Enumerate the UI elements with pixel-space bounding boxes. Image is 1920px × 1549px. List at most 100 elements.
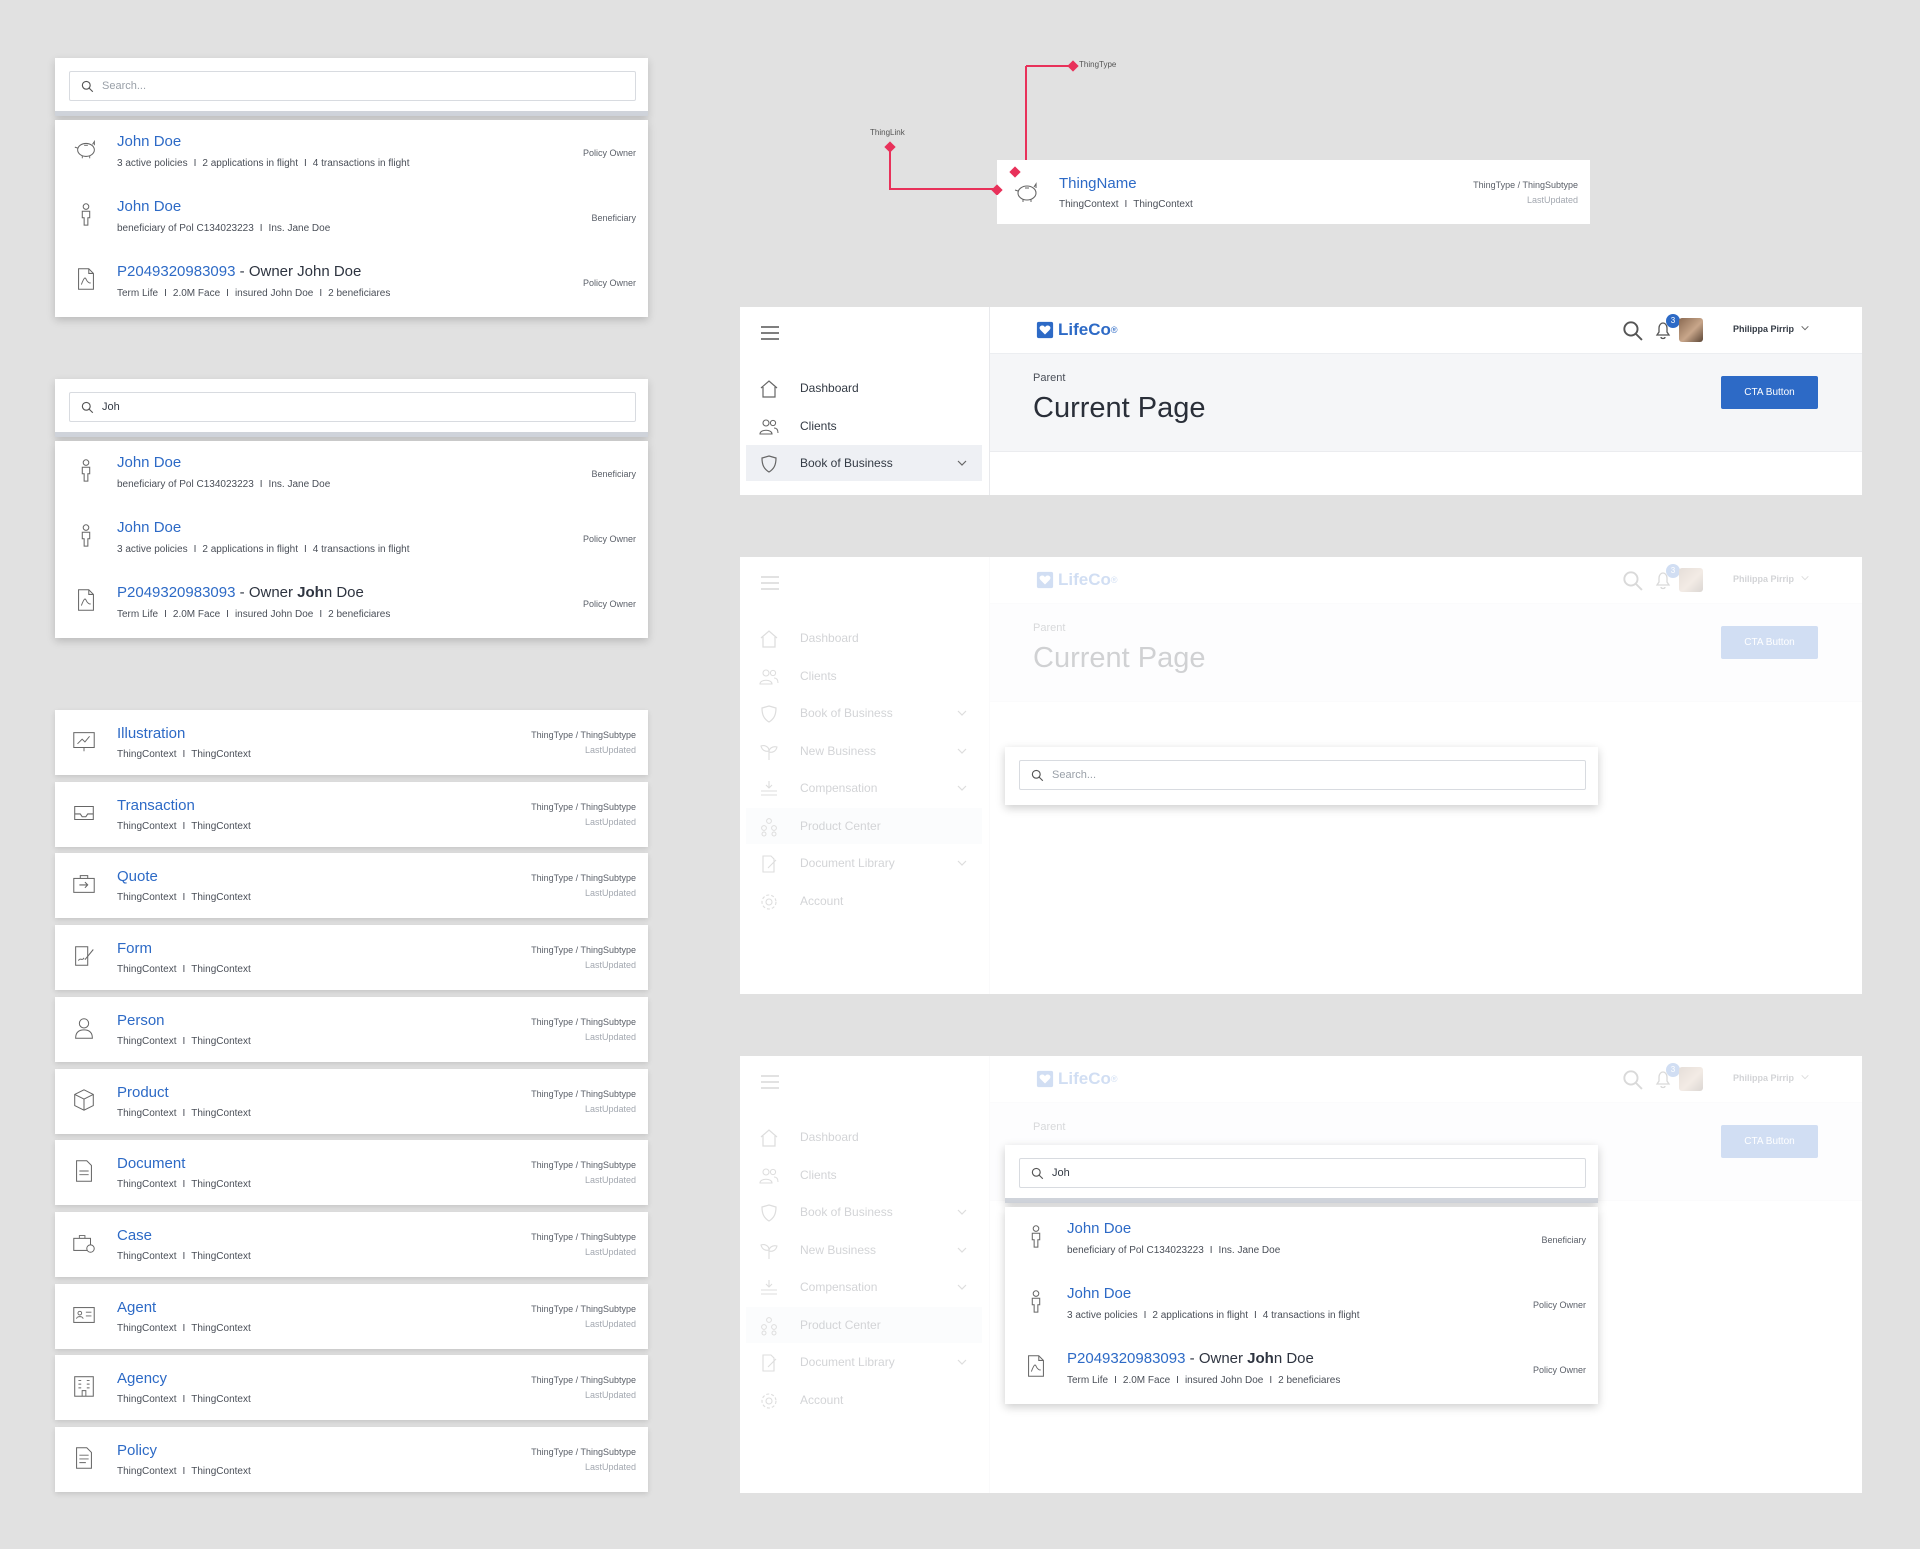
sidebar-item-book-of-business[interactable]: Book of Business (746, 445, 982, 481)
cta-button[interactable]: CTA Button (1721, 1125, 1818, 1158)
sidebar-item-dashboard[interactable]: Dashboard (746, 1119, 982, 1155)
search-input[interactable]: Search... (1019, 760, 1586, 790)
list-item[interactable]: P2049320983093 - Owner John Doe Term Lif… (1005, 1337, 1598, 1402)
breadcrumb[interactable]: Parent (1033, 372, 1065, 384)
list-item[interactable]: John Doe beneficiary of Pol C134023223 I I… (1005, 1207, 1598, 1272)
cta-button[interactable]: CTA Button (1721, 626, 1818, 659)
hamburger-icon[interactable] (760, 325, 780, 341)
result-name[interactable]: John Doe (117, 198, 181, 215)
thing-title[interactable]: Case (117, 1227, 152, 1244)
chevron-down-icon[interactable] (956, 1281, 968, 1293)
thing-card[interactable]: ThingName ThingContext I ThingContext Thin… (997, 160, 1590, 224)
result-policy[interactable]: P2049320983093 - Owner John Doe (117, 584, 364, 601)
thing-card-illustration[interactable]: Illustration ThingContext I ThingContext Thi… (55, 710, 648, 775)
chevron-down-icon[interactable] (1800, 1072, 1810, 1082)
sidebar-item-book-of-business[interactable]: Book of Business (746, 1194, 982, 1230)
thing-title[interactable]: Policy (117, 1442, 157, 1459)
thing-name[interactable]: ThingName (1059, 175, 1137, 192)
search-icon[interactable] (1622, 320, 1644, 342)
thing-card-product[interactable]: Product ThingContext I ThingContext ThingTyp… (55, 1068, 648, 1134)
thingtype-line (1025, 65, 1027, 174)
thing-card-policy[interactable]: Policy ThingContext I ThingContext ThingType… (55, 1427, 648, 1492)
chevron-down-icon[interactable] (956, 707, 968, 719)
result-name[interactable]: John Doe (1067, 1220, 1131, 1237)
result-policy[interactable]: P2049320983093 - Owner John Doe (1067, 1350, 1314, 1367)
search-icon[interactable] (1622, 570, 1644, 592)
thing-title[interactable]: Quote (117, 868, 158, 885)
thing-card-agency[interactable]: Agency ThingContext I ThingContext ThingType… (55, 1355, 648, 1421)
user-name[interactable]: Philippa Pirrip (1733, 1073, 1794, 1083)
chevron-down-icon[interactable] (1800, 323, 1810, 333)
cta-button[interactable]: CTA Button (1721, 376, 1818, 409)
list-item[interactable]: John Doe beneficiary of Pol C134023223 I I… (55, 185, 648, 250)
thing-card-form[interactable]: Form ThingContext I ThingContext ThingType /… (55, 925, 648, 991)
chevron-down-icon[interactable] (1800, 573, 1810, 583)
chevron-down-icon[interactable] (956, 782, 968, 794)
sidebar-item-dashboard[interactable]: Dashboard (746, 620, 982, 656)
thing-title[interactable]: Product (117, 1084, 169, 1101)
sidebar-item-product-center[interactable]: Product Center (746, 1306, 982, 1343)
chevron-down-icon[interactable] (956, 857, 968, 869)
search-input[interactable]: Search... (69, 71, 636, 101)
search-input[interactable]: Joh (69, 392, 636, 422)
sidebar-item-product-center[interactable]: Product Center (746, 807, 982, 844)
sidebar-item-clients[interactable]: Clients (746, 658, 982, 694)
thing-card-document[interactable]: Document ThingContext I ThingContext ThingTy… (55, 1140, 648, 1206)
thing-title[interactable]: Agency (117, 1370, 167, 1387)
result-name[interactable]: John Doe (1067, 1285, 1131, 1302)
hamburger-icon[interactable] (760, 1074, 780, 1090)
list-item[interactable]: P2049320983093 - Owner John Doe Term Lif… (55, 571, 648, 636)
logo[interactable]: LifeCo ® (1036, 319, 1118, 341)
sidebar-item-account[interactable]: Account (746, 883, 982, 919)
thing-card-quote[interactable]: Quote ThingContext I ThingContext ThingType … (55, 853, 648, 919)
sidebar-item-compensation[interactable]: Compensation (746, 1269, 982, 1305)
result-name[interactable]: John Doe (117, 519, 181, 536)
result-name[interactable]: John Doe (117, 454, 181, 471)
sidebar-item-clients[interactable]: Clients (746, 1157, 982, 1193)
thing-title[interactable]: Agent (117, 1299, 156, 1316)
sidebar-item-document-library[interactable]: Document Library (746, 1344, 982, 1380)
user-name[interactable]: Philippa Pirrip (1733, 324, 1794, 334)
result-policy[interactable]: P2049320983093 - Owner John Doe (117, 263, 361, 280)
thing-title[interactable]: Transaction (117, 797, 195, 814)
breadcrumb[interactable]: Parent (1033, 1121, 1065, 1133)
avatar[interactable] (1679, 1067, 1703, 1091)
thing-card-agent[interactable]: Agent ThingContext I ThingContext ThingType … (55, 1283, 648, 1349)
list-item[interactable]: John Doe beneficiary of Pol C134023223 I I… (55, 441, 648, 506)
search-input[interactable]: Joh (1019, 1158, 1586, 1188)
sidebar-item-new-business[interactable]: New Business (746, 733, 982, 769)
avatar[interactable] (1679, 318, 1703, 342)
hamburger-icon[interactable] (760, 575, 780, 591)
list-item[interactable]: P2049320983093 - Owner John Doe Term Lif… (55, 250, 648, 315)
list-item[interactable]: John Doe 3 active policies I 2 application… (55, 506, 648, 571)
breadcrumb[interactable]: Parent (1033, 622, 1065, 634)
chevron-down-icon[interactable] (956, 1244, 968, 1256)
search-icon[interactable] (1622, 1069, 1644, 1091)
sidebar-item-compensation[interactable]: Compensation (746, 770, 982, 806)
avatar[interactable] (1679, 568, 1703, 592)
thing-title[interactable]: Person (117, 1012, 165, 1029)
sidebar-item-book-of-business[interactable]: Book of Business (746, 695, 982, 731)
sidebar-item-clients[interactable]: Clients (746, 408, 982, 444)
sidebar-item-account[interactable]: Account (746, 1382, 982, 1418)
chevron-down-icon[interactable] (956, 745, 968, 757)
sidebar-item-new-business[interactable]: New Business (746, 1232, 982, 1268)
thing-card-case[interactable]: Case ThingContext I ThingContext ThingType /… (55, 1211, 648, 1277)
thing-card-person[interactable]: Person ThingContext I ThingContext ThingType… (55, 996, 648, 1062)
user-name[interactable]: Philippa Pirrip (1733, 574, 1794, 584)
logo[interactable]: LifeCo ® (1036, 1068, 1118, 1090)
thing-title[interactable]: Form (117, 940, 152, 957)
chevron-down-icon[interactable] (956, 1206, 968, 1218)
user-icon (71, 1015, 97, 1041)
chevron-down-icon[interactable] (956, 1356, 968, 1368)
list-item[interactable]: John Doe 3 active policies I 2 application… (1005, 1272, 1598, 1337)
chevron-down-icon[interactable] (956, 457, 968, 469)
sidebar-item-document-library[interactable]: Document Library (746, 845, 982, 881)
thing-card-transaction[interactable]: Transaction ThingContext I ThingContext Thin… (55, 781, 648, 847)
thing-title[interactable]: Illustration (117, 725, 185, 742)
result-name[interactable]: John Doe (117, 133, 181, 150)
list-item[interactable]: John Doe 3 active policies I 2 application… (55, 120, 648, 185)
thing-title[interactable]: Document (117, 1155, 185, 1172)
logo[interactable]: LifeCo ® (1036, 569, 1118, 591)
sidebar-item-dashboard[interactable]: Dashboard (746, 370, 982, 406)
